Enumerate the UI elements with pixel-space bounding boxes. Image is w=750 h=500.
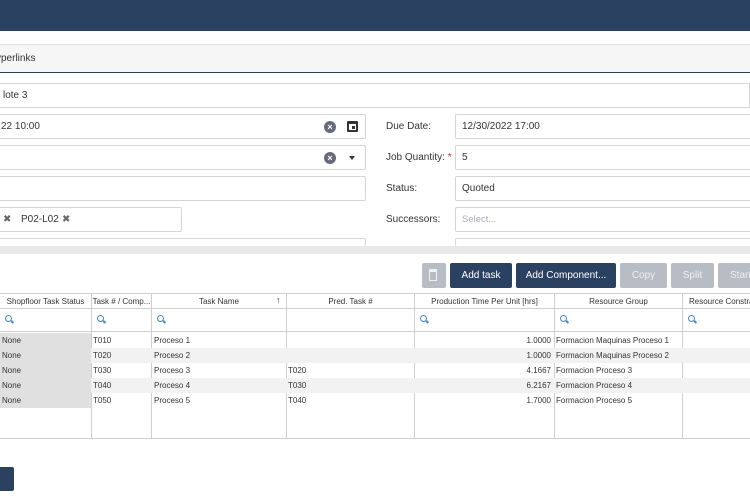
due-date-field[interactable]: 12/30/2022 17:00 [455, 114, 750, 139]
cell-name: Proceso 2 [154, 351, 191, 360]
clear-icon[interactable]: × [324, 121, 336, 133]
split-button[interactable]: Split [671, 263, 714, 288]
table-row[interactable]: None T030 Proceso 3 T020 4.1667 Formacion Pro… [0, 363, 750, 378]
chip-remove-icon[interactable]: ✖ [62, 214, 70, 225]
calendar-icon[interactable] [347, 121, 358, 132]
cell-group: Formacion Proceso 3 [556, 366, 633, 375]
section-tab-bar: yperlinks [0, 44, 750, 73]
cell-status: None [0, 333, 91, 348]
cell-name: Proceso 1 [154, 336, 191, 345]
resources-chip-field[interactable]: ✖ P02-L02 ✖ [0, 207, 182, 232]
cell-name: Proceso 5 [154, 396, 191, 405]
cell-time: 4.1667 [526, 366, 551, 375]
cell-time: 1.0000 [526, 351, 551, 360]
app-header-bar [0, 0, 750, 31]
cell-task: T010 [93, 336, 112, 345]
search-icon [5, 315, 12, 322]
cell-task: T040 [93, 381, 112, 390]
column-header-task-name[interactable]: Task Name [152, 293, 287, 309]
cell-pred: T040 [288, 396, 307, 405]
column-header-resource-group[interactable]: Resource Group [555, 293, 683, 309]
filter-cell-task-number[interactable] [92, 309, 152, 332]
cell-task: T050 [93, 396, 112, 405]
copy-button[interactable]: Copy [620, 263, 667, 288]
status-field: Quoted [455, 176, 750, 201]
job-name-field[interactable]: lote 3 [0, 83, 750, 108]
cell-pred: T030 [288, 381, 307, 390]
cell-time: 1.0000 [526, 336, 551, 345]
section-divider [0, 246, 750, 254]
cell-status: None [0, 363, 91, 378]
status-value: Quoted [462, 183, 495, 194]
table-row[interactable]: None T050 Proceso 5 T040 1.7000 Formacion Pro… [0, 393, 750, 408]
column-header-task-number[interactable]: Task # / Comp... [92, 293, 152, 309]
table-row[interactable]: None T040 Proceso 4 T030 6.2167 Formacion Pro… [0, 378, 750, 393]
chevron-down-icon[interactable] [349, 156, 355, 160]
search-icon [420, 315, 427, 322]
search-icon [688, 315, 695, 322]
sort-ascending-icon[interactable]: ↑ [276, 295, 281, 305]
column-header-status[interactable]: Shopfloor Task Status [0, 293, 92, 309]
add-task-button[interactable]: Add task [450, 263, 512, 288]
search-icon [560, 315, 567, 322]
table-row[interactable]: None T010 Proceso 1 1.0000 Formacion Maquina… [0, 333, 750, 348]
successors-placeholder: Select... [462, 214, 497, 225]
column-header-resource-constraint[interactable]: Resource Constra [683, 293, 750, 309]
start-date-field[interactable]: 22 10:00 × [0, 114, 366, 139]
chip-remove-icon[interactable]: ✖ [3, 214, 11, 225]
column-header-production-time[interactable]: Production Time Per Unit [hrs] [415, 293, 555, 309]
job-quantity-field[interactable]: 5 [455, 145, 750, 170]
text-field[interactable] [0, 176, 366, 201]
table-row[interactable]: None T020 Proceso 2 1.0000 Formacion Maquina… [0, 348, 750, 363]
search-icon [157, 315, 164, 322]
job-quantity-label: Job Quantity: * [386, 152, 452, 163]
successors-label: Successors: [386, 214, 441, 225]
partial-field-right[interactable] [455, 238, 750, 246]
required-mark: * [447, 152, 452, 163]
cell-task: T020 [93, 351, 112, 360]
cell-pred [287, 333, 414, 348]
cell-time: 1.7000 [526, 396, 551, 405]
cell-task: T030 [93, 366, 112, 375]
footer-action-button[interactable] [0, 467, 14, 491]
cell-name: Proceso 4 [154, 381, 191, 390]
cell-pred: T020 [288, 366, 307, 375]
cell-status: None [0, 393, 91, 408]
cell-time: 6.2167 [526, 381, 551, 390]
start-button[interactable]: Start [718, 263, 750, 288]
cell-pred [287, 348, 414, 363]
filter-cell-status[interactable] [0, 309, 92, 332]
filter-cell-resource-group[interactable] [555, 309, 683, 332]
search-icon [97, 315, 104, 322]
filter-cell-production-time[interactable] [415, 309, 555, 332]
due-date-label: Due Date: [386, 121, 432, 132]
successors-field[interactable]: Select... [455, 207, 750, 232]
status-label: Status: [386, 183, 418, 194]
cell-group: Formacion Maquinas Proceso 1 [556, 336, 669, 345]
filter-cell-resource-constraint[interactable] [683, 309, 750, 332]
due-date-value: 12/30/2022 17:00 [462, 121, 540, 132]
clear-icon[interactable]: × [324, 152, 336, 164]
chip-label: P02-L02 [21, 214, 59, 225]
delete-button[interactable] [422, 263, 446, 288]
tab-hyperlinks[interactable]: yperlinks [0, 53, 35, 64]
cell-group: Formacion Proceso 4 [556, 381, 633, 390]
dropdown-field[interactable]: × [0, 145, 366, 170]
cell-group: Formacion Maquinas Proceso 2 [556, 351, 669, 360]
partial-field[interactable] [0, 238, 366, 246]
tasks-grid: Shopfloor Task Status Task # / Comp... T… [0, 293, 750, 439]
add-component-button[interactable]: Add Component... [516, 263, 616, 288]
filter-cell-pred-task[interactable] [287, 309, 415, 332]
filter-cell-task-name[interactable] [152, 309, 287, 332]
column-header-pred-task[interactable]: Pred. Task # [287, 293, 415, 309]
cell-group: Formacion Proceso 5 [556, 396, 633, 405]
cell-status: None [0, 378, 91, 393]
cell-status: None [0, 348, 91, 363]
job-quantity-value: 5 [462, 152, 468, 163]
start-date-value: 22 10:00 [1, 121, 40, 132]
trash-icon [429, 269, 437, 281]
job-name-value: lote 3 [3, 90, 28, 101]
cell-name: Proceso 3 [154, 366, 191, 375]
